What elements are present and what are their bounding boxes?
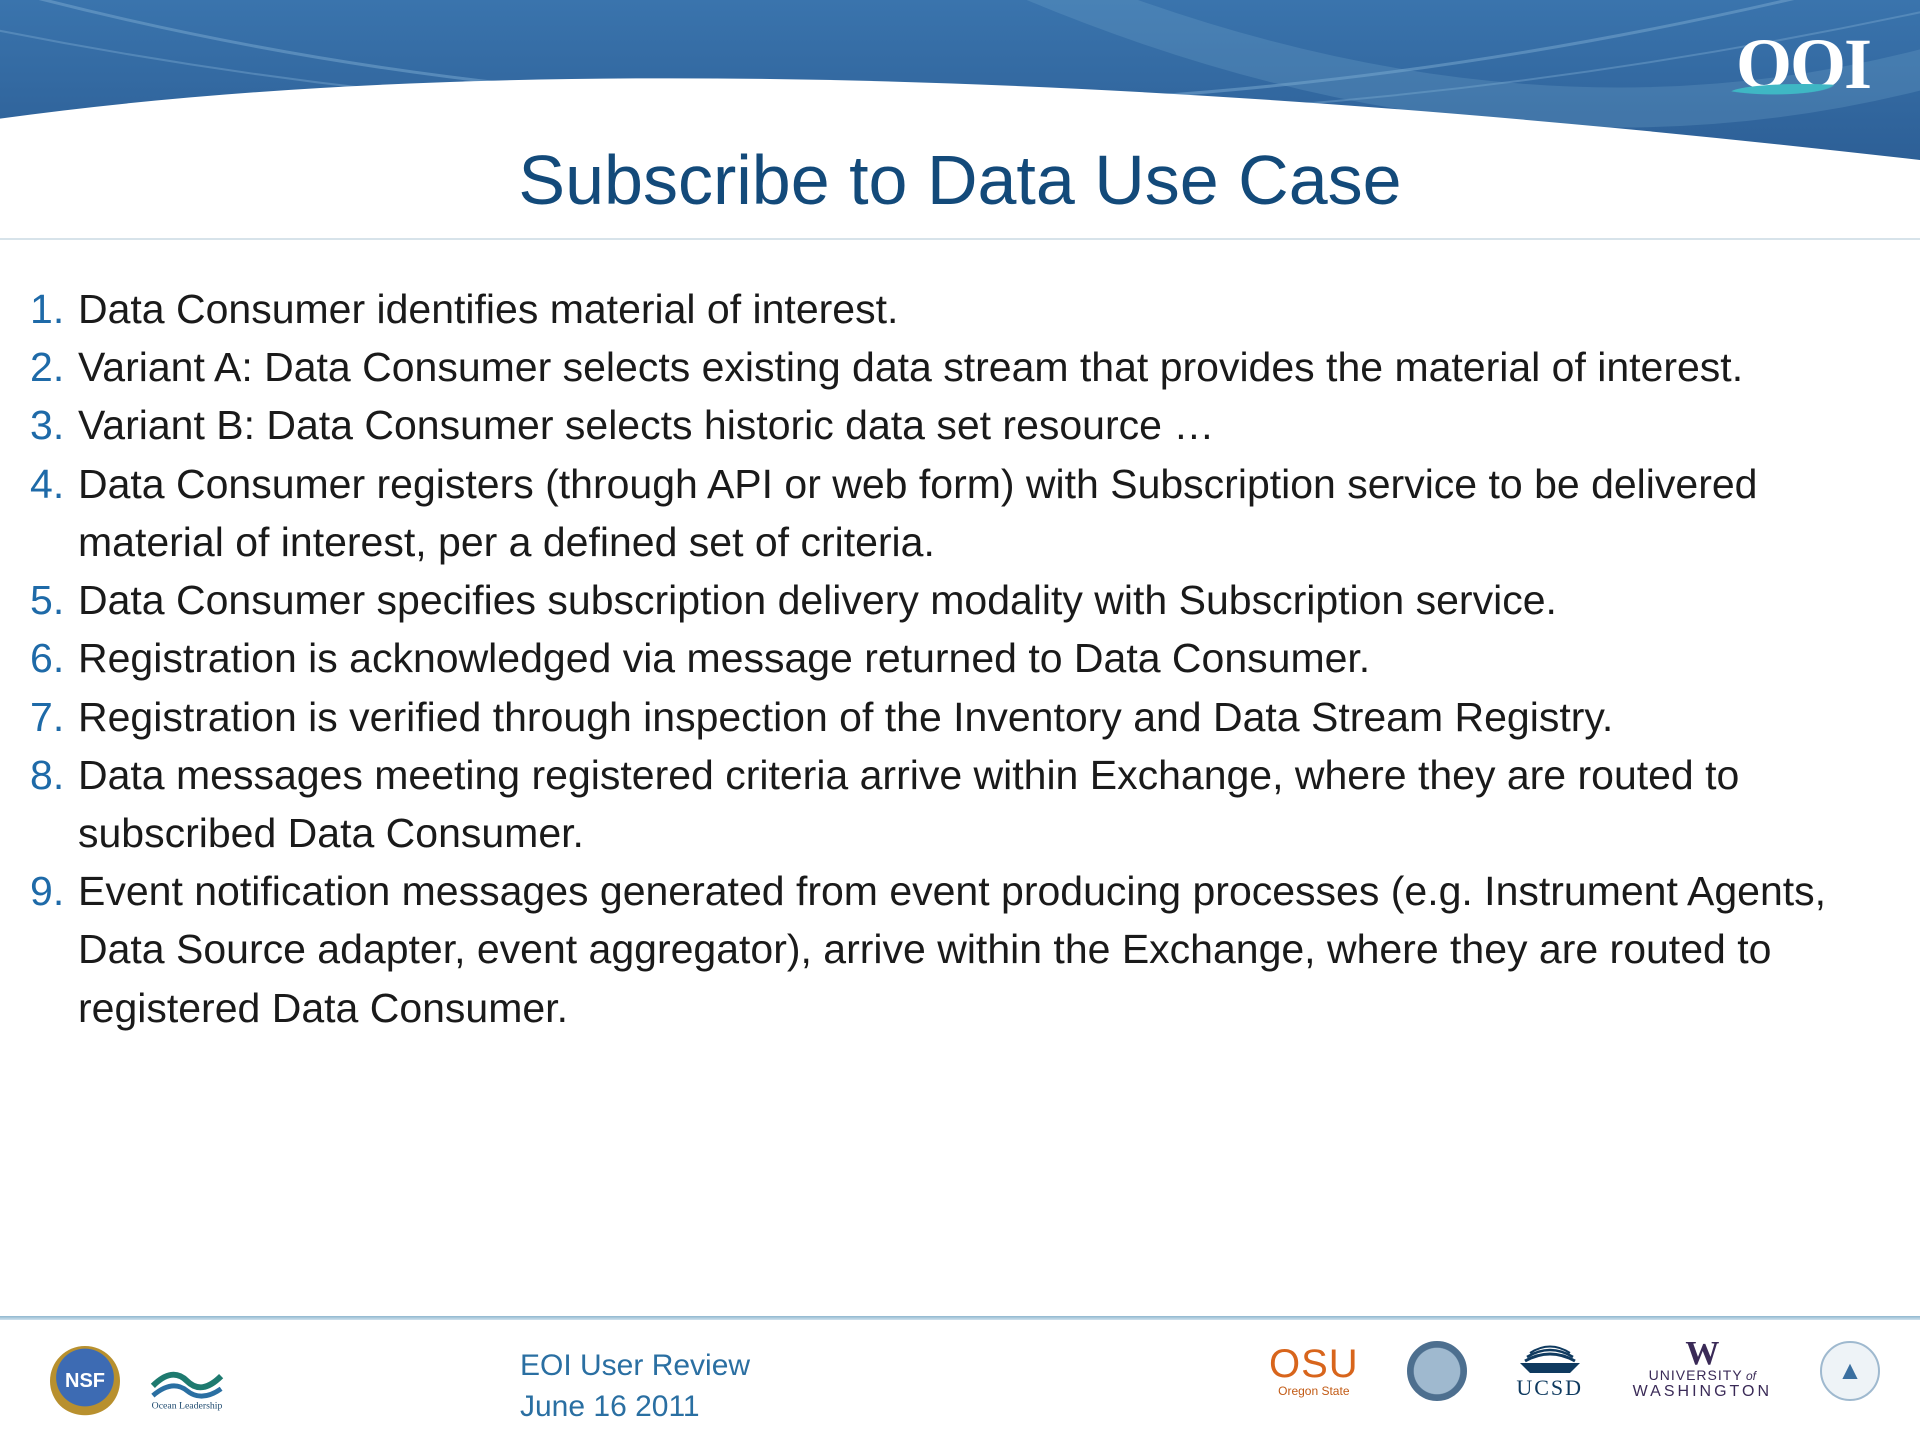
ocean-leadership-logo: Ocean Leadership	[148, 1351, 226, 1411]
scripps-logo-mark	[1407, 1341, 1467, 1401]
step-item: Data Consumer registers (through API or …	[30, 455, 1890, 571]
footer-logos-left: NSF Ocean Leadership	[50, 1346, 226, 1416]
ooi-logo: OOI	[1736, 28, 1870, 100]
footer-logos-right: OSU Oregon State UCSD W UNIVERSITY of WA…	[1269, 1340, 1880, 1401]
steps-list: Data Consumer identifies material of int…	[30, 280, 1890, 1037]
ooi-logo-text: OOI	[1736, 28, 1870, 100]
step-item: Data messages meeting registered criteri…	[30, 746, 1890, 862]
slide-title: Subscribe to Data Use Case	[0, 140, 1920, 238]
partner-logo: ▲	[1820, 1341, 1880, 1401]
ucsd-logo: UCSD	[1515, 1341, 1585, 1401]
title-underline	[0, 238, 1920, 240]
ship-icon	[1515, 1341, 1585, 1375]
osu-logo-text: OSU	[1269, 1344, 1359, 1384]
uw-line1: UNIVERSITY of	[1633, 1367, 1772, 1383]
step-item: Data Consumer specifies subscription del…	[30, 571, 1890, 629]
footer-line2: June 16 2011	[520, 1387, 750, 1428]
svg-text:Ocean Leadership: Ocean Leadership	[152, 1400, 223, 1411]
osu-logo-sub: Oregon State	[1269, 1384, 1359, 1398]
nsf-logo: NSF	[50, 1346, 120, 1416]
nsf-logo-mark: NSF	[50, 1346, 120, 1416]
uw-university: UNIVERSITY	[1649, 1367, 1743, 1383]
step-item: Variant A: Data Consumer selects existin…	[30, 338, 1890, 396]
osu-logo: OSU Oregon State	[1269, 1344, 1359, 1398]
uw-w-mark: W	[1633, 1340, 1772, 1367]
ocean-leadership-icon: Ocean Leadership	[148, 1351, 226, 1411]
slide: OOI Subscribe to Data Use Case Data Cons…	[0, 0, 1920, 1440]
uw-of: of	[1743, 1369, 1756, 1383]
uw-logo: W UNIVERSITY of WASHINGTON	[1633, 1340, 1772, 1401]
ucsd-logo-text: UCSD	[1515, 1375, 1585, 1401]
step-item: Variant B: Data Consumer selects histori…	[30, 396, 1890, 454]
title-area: Subscribe to Data Use Case	[0, 140, 1920, 238]
triangle-icon: ▲	[1837, 1355, 1863, 1386]
step-item: Registration is verified through inspect…	[30, 688, 1890, 746]
footer-caption: EOI User Review June 16 2011	[520, 1346, 750, 1427]
step-item: Registration is acknowledged via message…	[30, 629, 1890, 687]
scripps-logo	[1407, 1341, 1467, 1401]
footer-divider	[0, 1316, 1920, 1320]
footer: NSF Ocean Leadership EOI User Review Jun…	[0, 1322, 1920, 1440]
step-item: Data Consumer identifies material of int…	[30, 280, 1890, 338]
step-item: Event notification messages generated fr…	[30, 862, 1890, 1037]
partner-logo-mark: ▲	[1820, 1341, 1880, 1401]
uw-line2: WASHINGTON	[1633, 1383, 1772, 1401]
nsf-logo-text: NSF	[65, 1370, 105, 1393]
content-area: Data Consumer identifies material of int…	[30, 280, 1890, 1037]
footer-line1: EOI User Review	[520, 1346, 750, 1387]
